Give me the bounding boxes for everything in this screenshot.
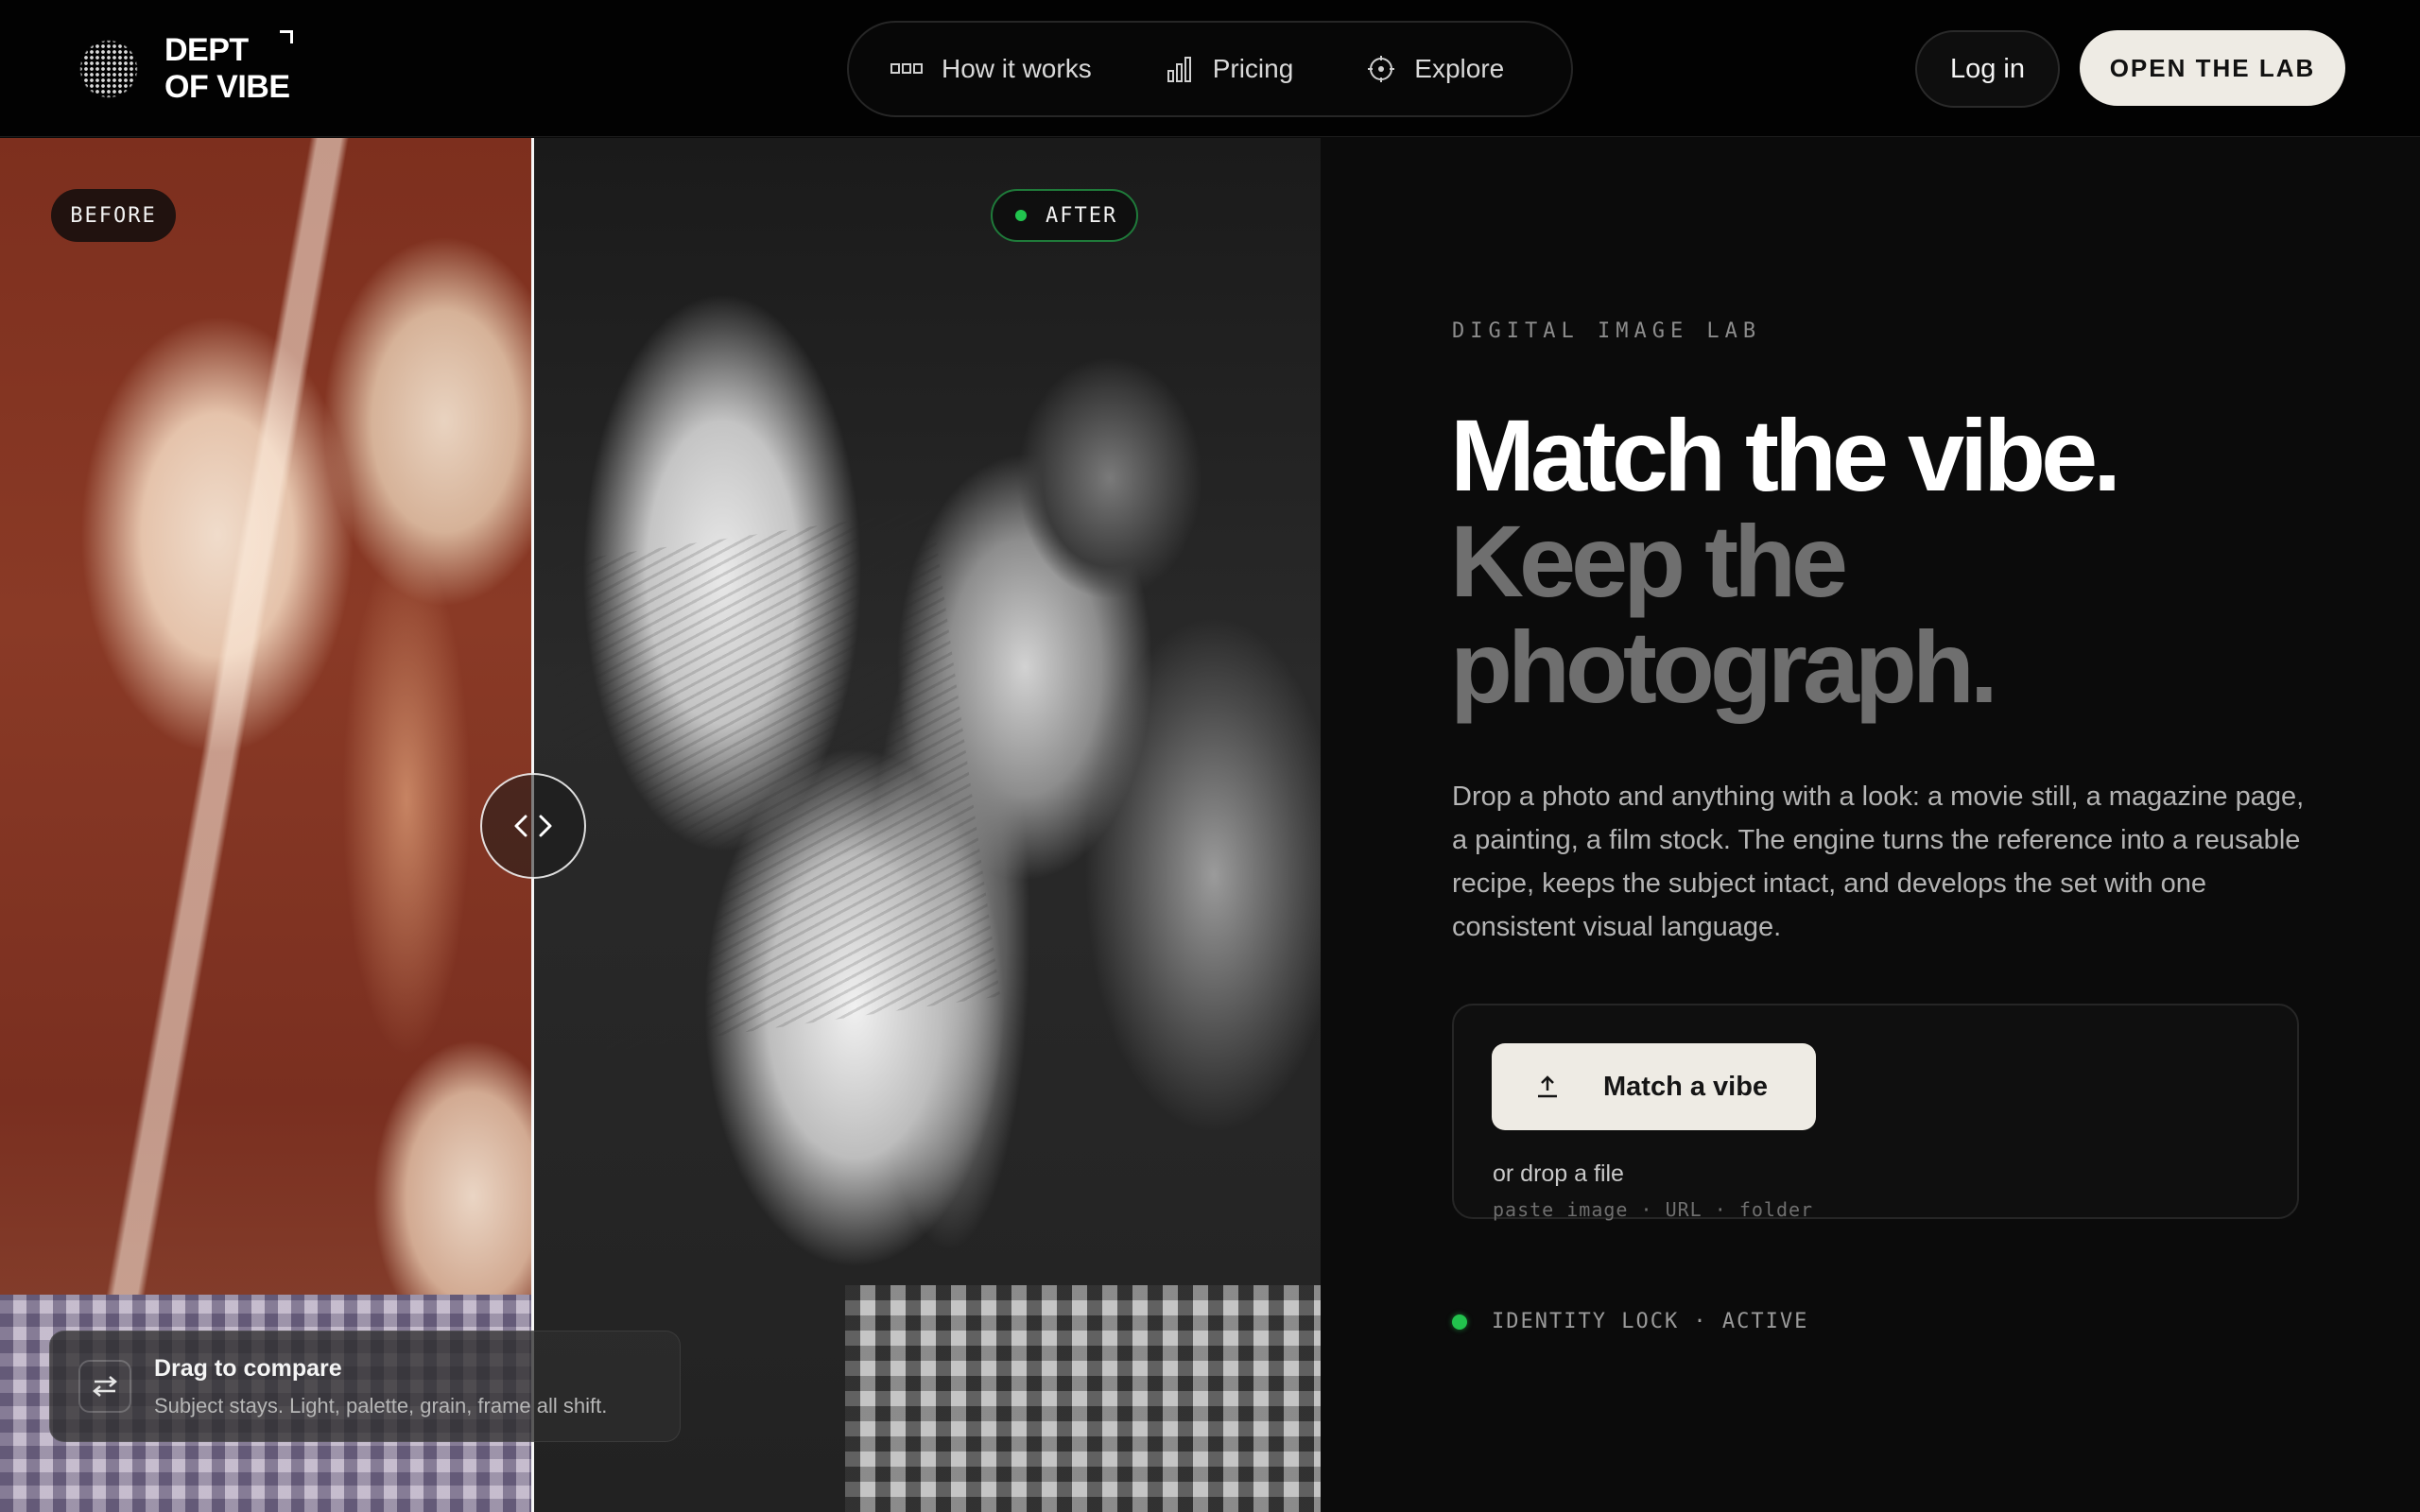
drop-options-text: paste image · URL · folder <box>1493 1198 1814 1221</box>
bar-chart-icon <box>1167 57 1191 82</box>
steps-icon <box>890 63 923 74</box>
status-dot-icon <box>1452 1314 1467 1330</box>
swap-arrows-icon <box>78 1360 131 1413</box>
status-text: IDENTITY LOCK · ACTIVE <box>1492 1310 1809 1333</box>
hero-description: Drop a photo and anything with a look: a… <box>1452 782 2305 942</box>
after-tag-label: AFTER <box>1046 203 1118 228</box>
before-after-compare[interactable]: BEFORE AFTER Drag to compare Subject sta… <box>0 138 1321 1512</box>
before-photo <box>0 138 533 1512</box>
nav-how-it-works-label: How it works <box>942 54 1092 83</box>
before-tag: BEFORE <box>51 189 176 242</box>
compare-hint-card: Drag to compare Subject stays. Light, pa… <box>49 1331 681 1442</box>
nav-explore-label: Explore <box>1414 54 1505 83</box>
tablecloth-pattern <box>845 1285 1321 1512</box>
main-nav: How it works Pricing Explore <box>847 21 1573 117</box>
after-tag: AFTER <box>991 189 1138 242</box>
corner-mark-icon <box>280 30 293 43</box>
nav-how-it-works[interactable]: How it works <box>890 54 1092 84</box>
identity-lock-status: IDENTITY LOCK · ACTIVE <box>1452 1310 1808 1333</box>
upload-dropzone[interactable]: Match a vibe or drop a file paste image … <box>1452 1004 2299 1221</box>
brand-line-1: DEPT <box>164 32 249 68</box>
hint-subtitle: Subject stays. Light, palette, grain, fr… <box>154 1393 608 1418</box>
hero-headline: Match the vibe. Keep the photograph. <box>1450 398 2121 724</box>
match-vibe-button[interactable]: Match a vibe <box>1492 1043 1816 1130</box>
compare-drag-handle[interactable] <box>480 773 586 879</box>
hero-eyebrow: DIGITAL IMAGE LAB <box>1452 319 1762 343</box>
upload-icon <box>1538 1075 1557 1098</box>
target-icon <box>1368 56 1395 82</box>
nav-pricing[interactable]: Pricing <box>1166 54 1294 84</box>
nav-explore[interactable]: Explore <box>1367 54 1504 84</box>
chevrons-left-right-icon <box>514 815 552 837</box>
newspaper-texture <box>538 509 1001 1052</box>
headline-line-3: photograph. <box>1450 610 1998 724</box>
hint-title: Drag to compare <box>154 1354 342 1382</box>
headline-line-1: Match the vibe. <box>1450 398 2121 512</box>
after-photo <box>533 138 1321 1512</box>
brand-name: DEPT OF VIBE <box>164 30 293 106</box>
top-header: DEPT OF VIBE How it works Pricing Explor… <box>0 0 2420 137</box>
hero-panel: DIGITAL IMAGE LAB Match the vibe. Keep t… <box>1321 138 2420 1512</box>
brand-logo[interactable]: DEPT OF VIBE <box>78 30 293 106</box>
nav-pricing-label: Pricing <box>1212 54 1294 83</box>
live-dot-icon <box>1015 210 1027 221</box>
headline-line-2: Keep the <box>1450 504 1848 618</box>
brand-line-2: OF VIBE <box>164 69 290 105</box>
login-button[interactable]: Log in <box>1915 30 2060 108</box>
match-vibe-label: Match a vibe <box>1603 1071 1769 1102</box>
drop-file-text: or drop a file <box>1493 1160 1624 1187</box>
open-lab-button[interactable]: OPEN THE LAB <box>2080 30 2345 106</box>
dot-globe-logo-icon <box>78 38 140 100</box>
